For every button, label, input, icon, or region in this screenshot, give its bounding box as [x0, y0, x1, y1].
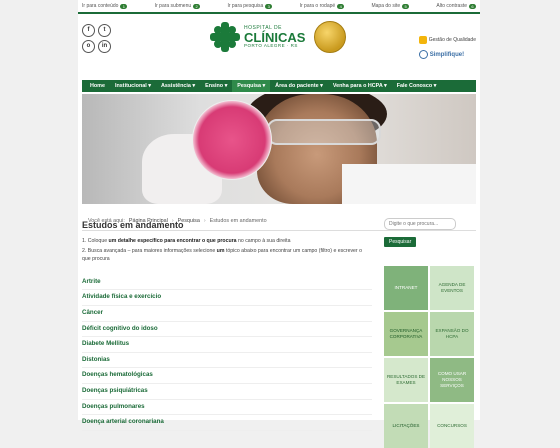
access-link-label: Ir para o rodapé: [299, 3, 336, 9]
instruction-1: 1. Coloque um detalhe específico para en…: [82, 238, 372, 245]
access-link-label: Alto contraste: [436, 3, 467, 9]
search-button[interactable]: Pesquisar: [384, 237, 417, 247]
main-content: Estudos em andamento 1. Coloque um detal…: [82, 216, 372, 431]
tile-concursos[interactable]: CONCURSOS: [430, 404, 474, 448]
nav-assistencia[interactable]: Assistência ▾: [156, 80, 200, 92]
topic-link[interactable]: Doenças pulmonares: [82, 400, 372, 416]
access-link-label: Ir para submenu: [154, 3, 192, 9]
logo-line3: PORTO ALEGRE · RS: [244, 42, 298, 48]
access-link-footer[interactable]: Ir para o rodapé 4: [300, 3, 345, 9]
topic-link[interactable]: Diabete Mellitus: [82, 337, 372, 353]
instagram-icon[interactable]: o: [82, 40, 95, 53]
main-nav: Home Institucional ▾ Assistência ▾ Ensin…: [82, 80, 476, 92]
ok-badge-icon: [418, 36, 427, 44]
nav-venha-hcpa[interactable]: Venha para o HCPA ▾: [328, 80, 392, 92]
access-key-badge: 6: [469, 3, 476, 9]
simplifique-link[interactable]: Simplifique!: [418, 50, 476, 59]
tile-agenda-eventos[interactable]: AGENDA DE EVENTOS: [430, 266, 474, 310]
tile-governanca[interactable]: GOVERNANÇA CORPORATIVA: [384, 312, 428, 356]
quick-links-grid: INTRANET AGENDA DE EVENTOS GOVERNANÇA CO…: [384, 266, 476, 448]
sidebar: Pesquisar INTRANET AGENDA DE EVENTOS GOV…: [384, 212, 476, 448]
simplifique-icon: [418, 50, 428, 59]
access-link-label: Ir para conteúdo: [82, 3, 119, 9]
instruction-1-end: no campo à sua direita: [236, 238, 291, 244]
header: f t o in HOSPITAL DE CLÍNICAS PORTO ALEG…: [78, 14, 480, 64]
topic-link[interactable]: Déficit cognitivo do idoso: [82, 322, 372, 338]
hero-banner-image: [82, 94, 476, 204]
nav-fale-conosco[interactable]: Fale Conosco ▾: [392, 80, 442, 92]
facebook-icon[interactable]: f: [82, 24, 95, 37]
tile-resultados-exames[interactable]: RESULTADOS DE EXAMES: [384, 358, 428, 402]
access-link-search[interactable]: Ir para pesquisa 3: [227, 3, 273, 9]
page-title: Estudos em andamento: [82, 220, 184, 230]
topic-link[interactable]: Câncer: [82, 306, 372, 322]
hospital-logo[interactable]: HOSPITAL DE CLÍNICAS PORTO ALEGRE · RS: [210, 22, 305, 52]
right-logos: Gestão de Qualidade Simplifique!: [418, 36, 476, 59]
access-key-badge: 4: [337, 3, 345, 9]
access-link-label: Ir para pesquisa: [227, 3, 264, 9]
tile-expansao[interactable]: EXPANSÃO DO HCPA: [430, 312, 474, 356]
nav-institucional[interactable]: Institucional ▾: [110, 80, 156, 92]
accreditation-seal-icon: [314, 21, 346, 53]
access-link-content[interactable]: Ir para conteúdo 1: [82, 3, 128, 9]
instruction-1-bold: um detalhe específico para encontrar o q…: [108, 238, 237, 244]
quality-badge-label: Gestão de Qualidade: [428, 37, 476, 43]
tile-licitacoes[interactable]: LICITAÇÕES: [384, 404, 428, 448]
simplifique-label: Simplifique!: [429, 51, 465, 58]
access-key-badge: 1: [120, 3, 128, 9]
tile-como-usar[interactable]: COMO USAR NOSSOS SERVIÇOS: [430, 358, 474, 402]
twitter-icon[interactable]: t: [98, 24, 111, 37]
accessibility-bar: Ir para conteúdo 1 Ir para submenu 2 Ir pa…: [78, 0, 480, 14]
petri-dish-icon: [192, 100, 272, 180]
quality-badge[interactable]: Gestão de Qualidade: [418, 36, 476, 44]
topic-link[interactable]: Distonias: [82, 353, 372, 369]
access-key-badge: 5: [402, 3, 410, 9]
social-links: f t o in: [82, 24, 111, 53]
instruction-1-text: 1. Coloque: [82, 238, 109, 244]
nav-home[interactable]: Home: [85, 80, 110, 92]
nav-pesquisa[interactable]: Pesquisa ▾: [232, 80, 271, 92]
instruction-2-text: 2. Busca avançada – para maiores informa…: [82, 248, 217, 255]
search-input[interactable]: [384, 218, 456, 230]
logo-cross-icon: [210, 22, 240, 52]
access-key-badge: 2: [193, 3, 201, 9]
access-link-sitemap[interactable]: Mapa do site 5: [371, 3, 410, 9]
access-link-label: Mapa do site: [371, 3, 401, 9]
topic-link[interactable]: Doenças hematológicas: [82, 368, 372, 384]
nav-area-paciente[interactable]: Área do paciente ▾: [270, 80, 328, 92]
page: Ir para conteúdo 1 Ir para submenu 2 Ir pa…: [78, 0, 480, 448]
topic-link[interactable]: Doença arterial coronariana: [82, 415, 372, 431]
linkedin-icon[interactable]: in: [98, 40, 111, 53]
access-key-badge: 3: [265, 3, 273, 9]
tile-intranet[interactable]: INTRANET: [384, 266, 428, 310]
nav-ensino[interactable]: Ensino ▾: [200, 80, 232, 92]
topic-link[interactable]: Doenças psiquiátricas: [82, 384, 372, 400]
logo-line2: CLÍNICAS: [244, 29, 306, 45]
instruction-2: 2. Busca avançada – para maiores informa…: [82, 248, 372, 263]
access-link-submenu[interactable]: Ir para submenu 2: [154, 3, 201, 9]
topic-link[interactable]: Atividade física e exercício: [82, 290, 372, 307]
topic-link[interactable]: Artrite: [82, 275, 372, 291]
access-link-contrast[interactable]: Alto contraste 6: [436, 3, 476, 9]
topic-list: Artrite Atividade física e exercício Cân…: [82, 275, 372, 431]
